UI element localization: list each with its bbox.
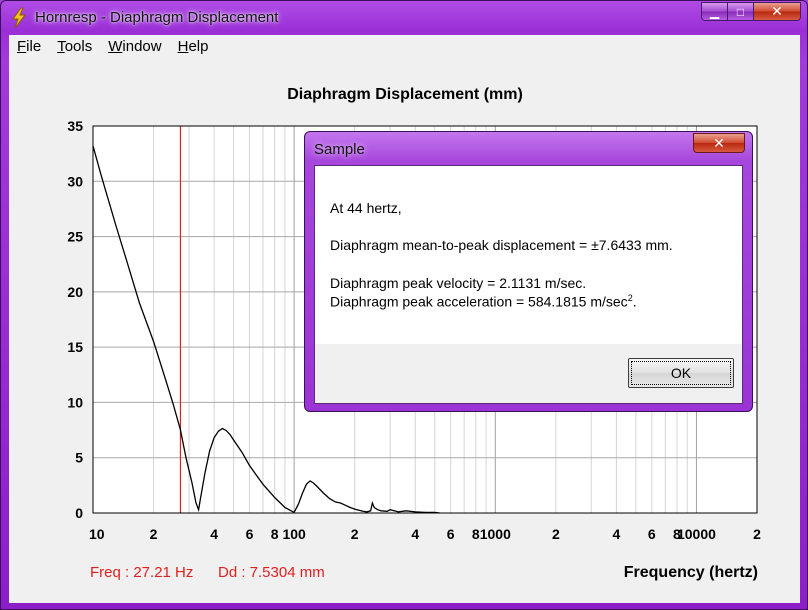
x-tick-label: 4 xyxy=(210,526,218,542)
lightning-bolt-icon xyxy=(12,7,27,29)
x-tick-label: 2 xyxy=(351,526,359,542)
y-tick-label: 5 xyxy=(75,450,83,466)
menu-help-label: elp xyxy=(188,38,209,55)
x-tick-label: 8 xyxy=(472,526,480,542)
minimize-button[interactable]: ▁ xyxy=(701,2,728,21)
x-tick-label: 2 xyxy=(150,526,158,542)
menu-file-label: ile xyxy=(26,38,42,55)
y-tick-label: 20 xyxy=(67,284,83,300)
freq-readout: Freq : 27.21 Hz xyxy=(90,564,193,581)
message-displacement: Diaphragm mean-to-peak displacement = ±7… xyxy=(330,237,673,253)
x-axis-label: Frequency (hertz) xyxy=(624,564,758,581)
ok-button[interactable]: OK xyxy=(628,358,734,388)
dialog-body: At 44 hertz, Diaphragm mean-to-peak disp… xyxy=(314,165,743,404)
menu-file-accel: F xyxy=(17,38,27,55)
message-frequency: At 44 hertz, xyxy=(330,200,402,216)
y-tick-label: 30 xyxy=(67,173,83,189)
menu-help-accel: H xyxy=(177,38,189,55)
message-acceleration: Diaphragm peak acceleration = 584.1815 m… xyxy=(330,293,637,310)
x-tick-label: 2 xyxy=(552,526,560,542)
y-tick-label: 15 xyxy=(67,339,83,355)
message-velocity: Diaphragm peak velocity = 2.1131 m/sec. xyxy=(330,275,587,291)
maximize-button[interactable]: □ xyxy=(728,2,754,21)
close-button[interactable]: ✕ xyxy=(754,2,801,21)
x-tick-labels: 10 2 4 6 8 100 2 4 6 8 1000 2 4 6 810000 2 xyxy=(89,526,761,542)
main-window: Hornresp - Diaphragm Displacement ▁ □ ✕ … xyxy=(0,0,808,610)
menu-tools-label: ools xyxy=(64,38,93,55)
close-icon: ✕ xyxy=(713,134,725,151)
minimize-icon: ▁ xyxy=(709,4,720,19)
y-tick-label: 35 xyxy=(67,118,83,134)
menu-window-accel: W xyxy=(108,38,123,55)
menu-window-label: indow xyxy=(122,38,162,55)
y-tick-labels: 0 5 10 15 20 25 30 35 xyxy=(67,118,83,521)
y-tick-label: 25 xyxy=(67,229,83,245)
y-tick-label: 0 xyxy=(75,505,83,521)
x-tick-label: 8 xyxy=(271,526,279,542)
sample-dialog: Sample ✕ At 44 hertz, Diaphragm mean-to-… xyxy=(304,131,753,412)
menu-file[interactable]: File xyxy=(9,35,49,58)
window-controls: ▁ □ ✕ xyxy=(701,2,801,22)
dialog-title: Sample xyxy=(314,141,365,158)
x-tick-label: 10 xyxy=(89,526,105,542)
x-tick-label: 6 xyxy=(447,526,455,542)
close-icon: ✕ xyxy=(771,3,783,19)
acceleration-text: Diaphragm peak acceleration = 584.1815 m… xyxy=(330,293,628,310)
x-tick-label: 2 xyxy=(753,526,761,542)
x-tick-label: 100 xyxy=(282,526,306,542)
x-tick-label: 1000 xyxy=(480,526,511,542)
chart-title: Diaphragm Displacement (mm) xyxy=(287,86,523,103)
dialog-close-button[interactable]: ✕ xyxy=(693,133,745,153)
x-tick-label: 4 xyxy=(411,526,419,542)
x-tick-label: 6 xyxy=(648,526,656,542)
x-tick-label: 4 xyxy=(613,526,621,542)
dd-readout: Dd : 7.5304 mm xyxy=(218,564,325,581)
dialog-message-area: At 44 hertz, Diaphragm mean-to-peak disp… xyxy=(315,166,742,344)
maximize-icon: □ xyxy=(736,4,745,19)
x-tick-label: 10000 xyxy=(677,526,716,542)
menu-help[interactable]: Help xyxy=(170,35,217,58)
window-title: Hornresp - Diaphragm Displacement xyxy=(35,9,279,26)
x-tick-label: 6 xyxy=(246,526,254,542)
menu-window[interactable]: Window xyxy=(100,35,169,58)
menu-bar: File Tools Window Help xyxy=(9,35,800,58)
menu-tools[interactable]: Tools xyxy=(49,35,100,58)
menu-tools-accel: T xyxy=(57,38,65,55)
y-tick-label: 10 xyxy=(67,394,83,410)
title-bar[interactable]: Hornresp - Diaphragm Displacement ▁ □ ✕ xyxy=(1,1,807,35)
acceleration-period: . xyxy=(632,293,637,310)
